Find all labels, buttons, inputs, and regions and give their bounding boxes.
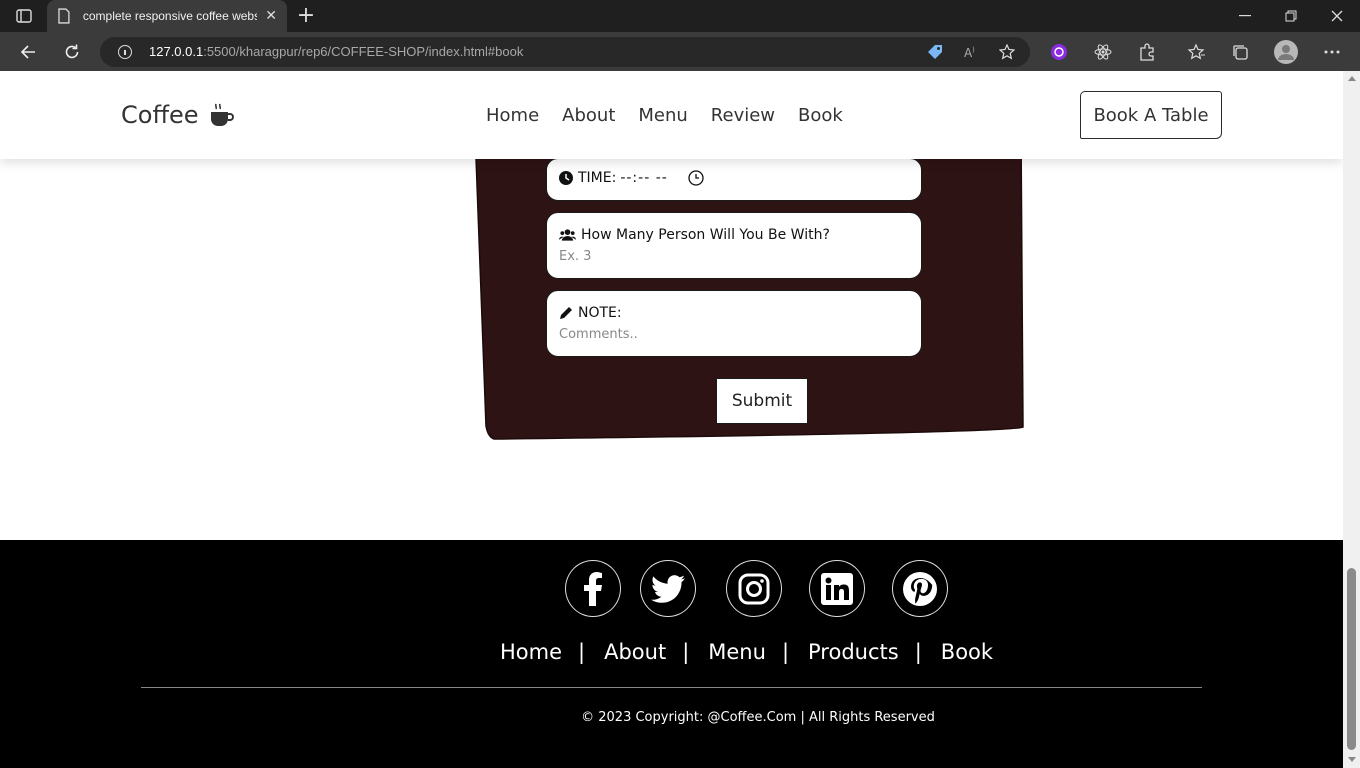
note-textarea[interactable]: Comments.. xyxy=(559,327,638,342)
footer-link-products[interactable]: Products xyxy=(808,640,899,664)
linkedin-icon[interactable] xyxy=(809,560,865,617)
facebook-icon[interactable] xyxy=(565,560,621,617)
logo-text: Coffee xyxy=(121,101,199,129)
note-field[interactable]: NOTE: Comments.. xyxy=(546,290,922,357)
coffee-cup-icon xyxy=(210,103,234,126)
back-button[interactable] xyxy=(16,40,40,64)
logo[interactable]: Coffee xyxy=(121,101,235,129)
page-scrollbar[interactable] xyxy=(1343,71,1360,768)
booking-form: TIME: --:-- -- How Many Person Will You … xyxy=(474,131,1024,441)
extensions-icon[interactable] xyxy=(1137,42,1157,62)
scroll-up-arrow-icon[interactable] xyxy=(1348,76,1356,81)
nav-book[interactable]: Book xyxy=(798,105,843,126)
collections-icon[interactable] xyxy=(1230,42,1250,62)
users-icon xyxy=(559,229,576,241)
restore-button[interactable] xyxy=(1268,0,1314,32)
nav-about[interactable]: About xyxy=(562,105,615,126)
address-bar[interactable]: 127.0.0.1:5500/kharagpur/rep6/COFFEE-SHO… xyxy=(100,37,1030,67)
nav-review[interactable]: Review xyxy=(711,105,775,126)
web-page: Coffee Home About Menu Review Book Book … xyxy=(0,71,1343,768)
site-info-icon[interactable] xyxy=(118,45,132,59)
time-input-value[interactable]: --:-- -- xyxy=(620,170,667,186)
instagram-icon[interactable] xyxy=(726,560,782,617)
read-aloud-icon[interactable]: A) xyxy=(963,44,979,60)
persons-label-wrap: How Many Person Will You Be With? xyxy=(559,227,830,243)
tab-actions-icon[interactable] xyxy=(10,7,38,25)
add-favorite-icon[interactable] xyxy=(999,44,1015,60)
footer-link-menu[interactable]: Menu xyxy=(708,640,766,664)
social-links xyxy=(565,560,949,618)
time-label: TIME: xyxy=(578,170,617,186)
footer-link-about[interactable]: About xyxy=(604,640,666,664)
time-field[interactable]: TIME: --:-- -- xyxy=(546,158,922,201)
footer-link-home[interactable]: Home xyxy=(500,640,562,664)
footer-divider xyxy=(141,687,1202,688)
browser-toolbar: 127.0.0.1:5500/kharagpur/rep6/COFFEE-SHO… xyxy=(0,32,1360,71)
more-menu-icon[interactable] xyxy=(1322,42,1342,62)
time-label-wrap: TIME: --:-- -- xyxy=(559,170,668,186)
browser-tab[interactable]: complete responsive coffee webs ✕ xyxy=(47,0,287,32)
profile-avatar-icon[interactable] xyxy=(1274,40,1298,64)
browser-tab-bar: complete responsive coffee webs ✕ + xyxy=(0,0,1360,32)
persons-input[interactable]: Ex. 3 xyxy=(559,249,591,264)
close-window-button[interactable] xyxy=(1314,0,1360,32)
note-label: NOTE: xyxy=(578,305,622,321)
note-label-wrap: NOTE: xyxy=(559,305,622,321)
twitter-icon[interactable] xyxy=(640,560,696,617)
book-a-table-button[interactable]: Book A Table xyxy=(1080,91,1222,139)
reload-button[interactable] xyxy=(60,40,84,64)
persons-field[interactable]: How Many Person Will You Be With? Ex. 3 xyxy=(546,212,922,279)
copyright-text: © 2023 Copyright: @Coffee.Com | All Righ… xyxy=(0,710,1343,725)
url-text[interactable]: 127.0.0.1:5500/kharagpur/rep6/COFFEE-SHO… xyxy=(149,44,523,59)
footer-links: Home | About | Menu | Products | Book xyxy=(500,640,993,664)
divider: | xyxy=(914,640,922,664)
divider: | xyxy=(682,640,690,664)
footer-link-book[interactable]: Book xyxy=(941,640,993,664)
document-icon xyxy=(58,8,70,24)
pinterest-icon[interactable] xyxy=(892,560,948,617)
time-picker-icon[interactable] xyxy=(688,170,704,186)
react-devtools-icon[interactable] xyxy=(1093,42,1113,62)
clock-solid-icon xyxy=(559,171,573,185)
favorites-icon[interactable] xyxy=(1186,42,1206,62)
new-tab-button[interactable]: + xyxy=(294,4,318,28)
nav-menu[interactable]: Menu xyxy=(638,105,687,126)
tag-icon[interactable] xyxy=(927,44,943,60)
svg-text:): ) xyxy=(972,46,975,54)
extension-purple-icon[interactable] xyxy=(1049,42,1069,62)
site-header: Coffee Home About Menu Review Book Book … xyxy=(0,71,1343,159)
copyright-label: © 2023 Copyright: @Coffee.Com | All Righ… xyxy=(581,710,935,725)
pencil-icon xyxy=(560,307,572,319)
close-tab-icon[interactable]: ✕ xyxy=(265,8,277,24)
submit-button[interactable]: Submit xyxy=(716,378,808,424)
divider: | xyxy=(578,640,586,664)
site-footer: Home | About | Menu | Products | Book © … xyxy=(0,540,1343,768)
nav-home[interactable]: Home xyxy=(486,105,539,126)
divider: | xyxy=(781,640,790,664)
main-nav: Home About Menu Review Book xyxy=(486,105,843,126)
tab-title: complete responsive coffee webs xyxy=(82,9,258,23)
scroll-down-arrow-icon[interactable] xyxy=(1348,757,1356,762)
persons-label: How Many Person Will You Be With? xyxy=(581,227,830,243)
scrollbar-thumb[interactable] xyxy=(1347,568,1356,750)
minimize-button[interactable] xyxy=(1222,0,1268,32)
